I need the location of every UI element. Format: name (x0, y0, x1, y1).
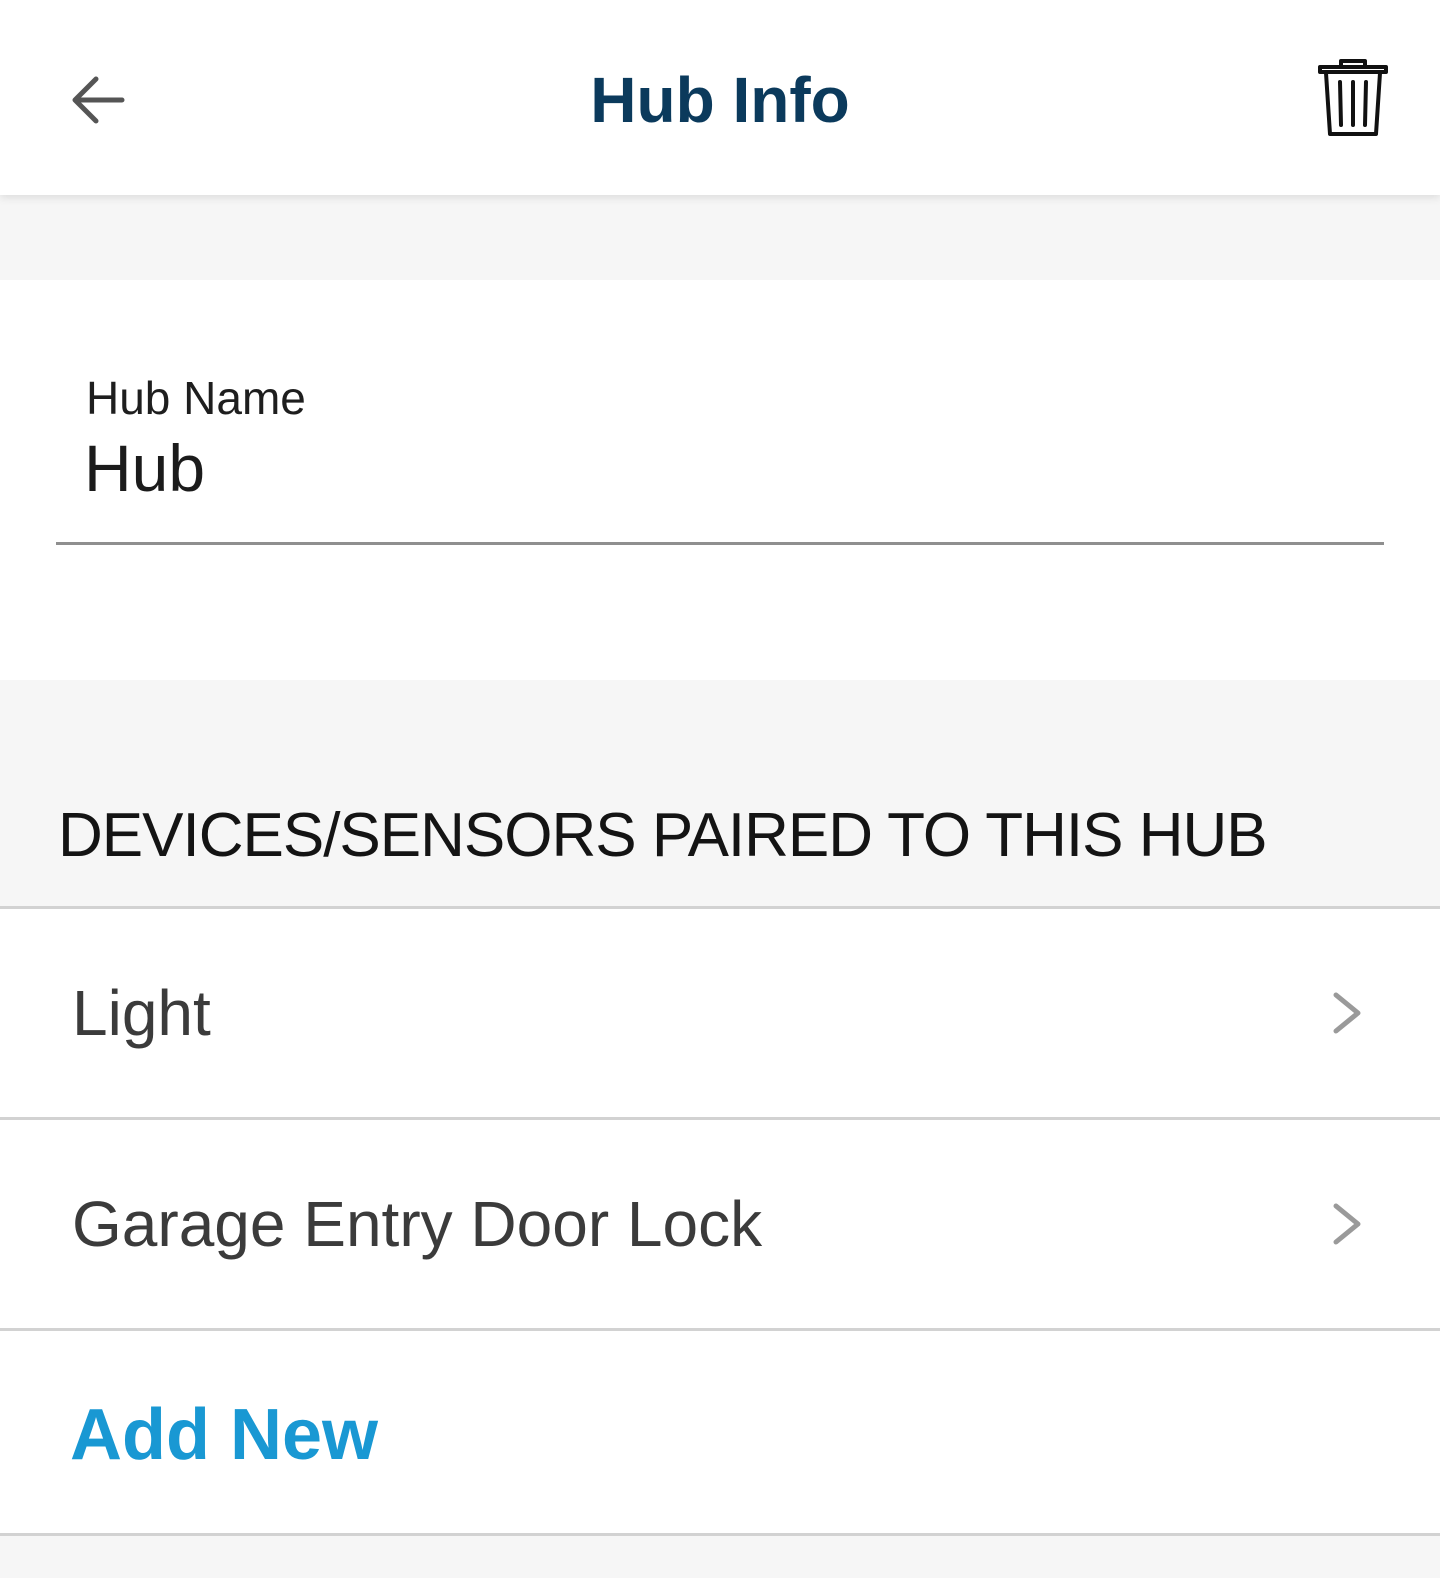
devices-section-heading: DEVICES/SENSORS PAIRED TO THIS HUB (58, 801, 1268, 870)
chevron-right-icon (1333, 992, 1361, 1034)
trash-icon (1318, 59, 1388, 136)
device-item-garage-entry-door-lock[interactable]: Garage Entry Door Lock (0, 1117, 1440, 1328)
page-title: Hub Info (590, 64, 850, 136)
device-item-light[interactable]: Light (0, 906, 1440, 1117)
hub-name-section: Hub Name Hub (0, 280, 1440, 680)
chevron-right-icon (1333, 1203, 1361, 1245)
devices-list: Light Garage Entry Door Lock Add New (0, 906, 1440, 1536)
delete-hub-button[interactable] (1310, 52, 1396, 144)
device-item-label: Garage Entry Door Lock (72, 1188, 763, 1260)
hub-info-screen: Hub Info Hub Name Hub DEVICES/SENSORS PA… (0, 0, 1440, 1578)
hub-name-field[interactable]: Hub Name Hub (56, 366, 1384, 545)
hub-name-input[interactable]: Hub (84, 428, 205, 508)
app-header: Hub Info (0, 0, 1440, 195)
add-new-label: Add New (70, 1395, 379, 1475)
device-item-label: Light (72, 977, 211, 1049)
hub-name-label: Hub Name (86, 372, 306, 424)
add-new-device-button[interactable]: Add New (0, 1328, 1440, 1536)
